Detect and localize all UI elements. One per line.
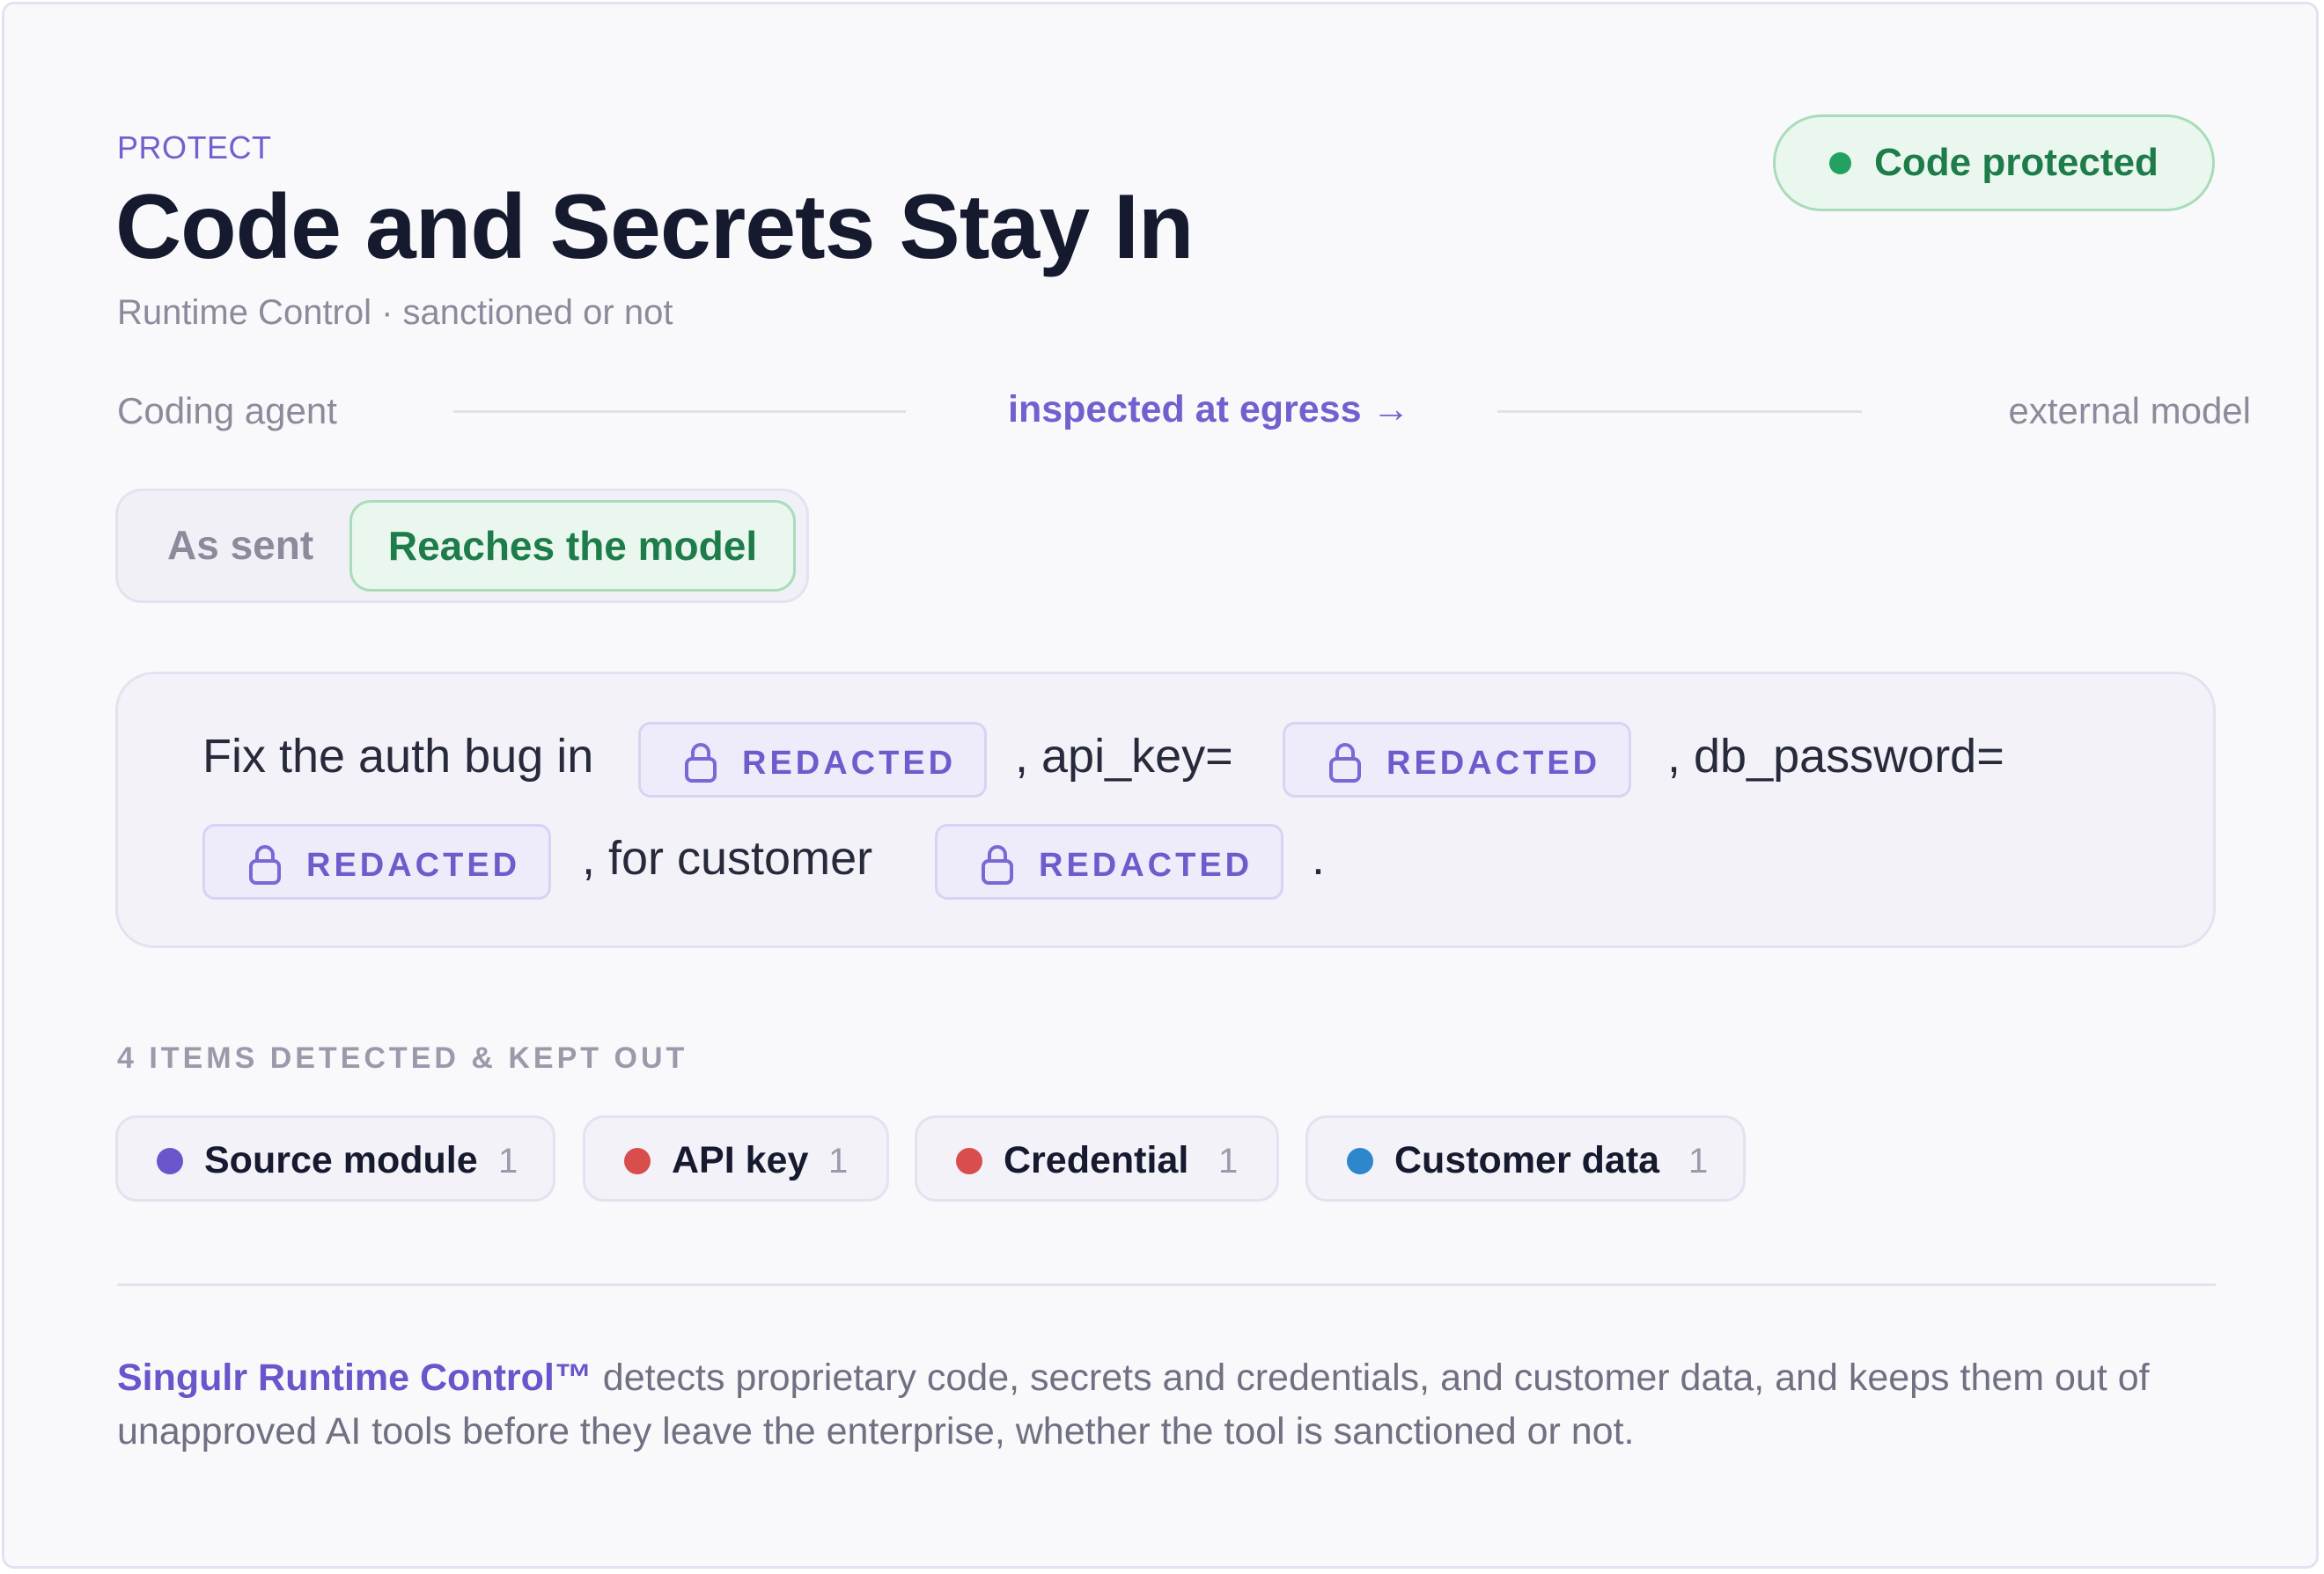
- detection-chip-source-module: Source module 1: [115, 1115, 555, 1202]
- lock-icon: [685, 743, 717, 783]
- detections-heading: 4 ITEMS DETECTED & KEPT OUT: [117, 1041, 688, 1075]
- toggle-option-reaches-model[interactable]: Reaches the model: [349, 500, 796, 592]
- prompt-preview: Fix the auth bug in REDACTED , api_key= …: [115, 672, 2216, 948]
- prompt-text-segment: , for customer: [582, 832, 873, 885]
- lock-icon: [1329, 743, 1361, 783]
- prompt-text-segment: Fix the auth bug in: [202, 730, 594, 783]
- redacted-label: REDACTED: [742, 745, 957, 782]
- detection-chip-customer-data: Customer data 1: [1305, 1115, 1746, 1202]
- prompt-text-segment: .: [1312, 832, 1326, 885]
- detection-label: Credential: [1004, 1139, 1189, 1181]
- footer-description: Singulr Runtime Control™ detects proprie…: [117, 1351, 2216, 1459]
- redacted-token-api-key: REDACTED: [1283, 722, 1631, 798]
- category-dot-icon: [624, 1148, 651, 1174]
- page-subtitle: Runtime Control · sanctioned or not: [117, 293, 673, 332]
- protect-card: PROTECT Code and Secrets Stay In Runtime…: [2, 2, 2319, 1569]
- detection-label: Source module: [204, 1139, 478, 1181]
- redacted-token-credential: REDACTED: [202, 824, 551, 900]
- category-dot-icon: [1347, 1148, 1373, 1174]
- toggle-option-as-sent[interactable]: As sent: [167, 521, 313, 569]
- flow-connector-right: [1497, 410, 1862, 413]
- redacted-label: REDACTED: [1039, 847, 1254, 884]
- redacted-label: REDACTED: [306, 847, 521, 884]
- divider: [117, 1283, 2216, 1286]
- redacted-token-customer-data: REDACTED: [935, 824, 1283, 900]
- page-title: Code and Secrets Stay In: [115, 176, 1194, 278]
- prompt-text-segment: , db_password=: [1667, 730, 2004, 783]
- detection-count: 1: [1218, 1142, 1239, 1180]
- view-toggle: As sent Reaches the model: [115, 489, 809, 603]
- flow-destination: external model: [2008, 390, 2251, 431]
- detection-chip-credential: Credential 1: [915, 1115, 1279, 1202]
- detection-count: 1: [498, 1142, 518, 1180]
- status-dot-icon: [1829, 151, 1852, 174]
- detection-count: 1: [828, 1142, 849, 1180]
- prompt-text-segment: , api_key=: [1015, 730, 1233, 783]
- category-dot-icon: [956, 1148, 982, 1174]
- category-dot-icon: [157, 1148, 183, 1174]
- flow-connector-left: [453, 410, 906, 413]
- detection-chip-api-key: API key 1: [583, 1115, 889, 1202]
- detection-label: Customer data: [1394, 1139, 1660, 1181]
- redacted-label: REDACTED: [1386, 745, 1601, 782]
- detection-label: API key: [672, 1139, 809, 1181]
- section-eyebrow: PROTECT: [117, 129, 272, 165]
- flow-source: Coding agent: [117, 390, 337, 431]
- product-name: Singulr Runtime Control™: [117, 1357, 592, 1399]
- redacted-token-source-module: REDACTED: [638, 722, 987, 798]
- flow-step: inspected at egress →: [1008, 388, 1410, 430]
- lock-icon: [982, 845, 1013, 885]
- lock-icon: [249, 845, 281, 885]
- status-badge-label: Code protected: [1874, 141, 2159, 184]
- status-badge: Code protected: [1773, 114, 2215, 211]
- detection-count: 1: [1688, 1142, 1709, 1180]
